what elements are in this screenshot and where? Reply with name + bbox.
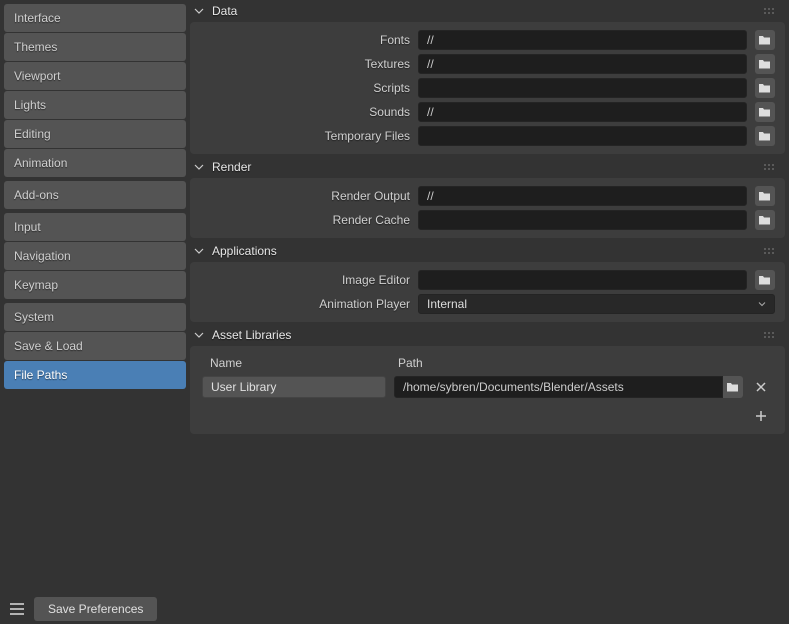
folder-icon [758, 190, 772, 202]
scripts-input[interactable] [418, 78, 747, 98]
render-output-label: Render Output [200, 189, 410, 203]
panel-data: Data Fonts Textures Scripts [190, 0, 785, 154]
folder-icon [758, 82, 772, 94]
folder-icon [758, 58, 772, 70]
image-editor-browse-button[interactable] [755, 270, 775, 290]
panel-data-title: Data [212, 4, 757, 18]
folder-icon [758, 34, 772, 46]
asset-add-button[interactable] [751, 406, 771, 426]
fonts-input[interactable] [418, 30, 747, 50]
asset-library-row [200, 376, 775, 398]
temp-input[interactable] [418, 126, 747, 146]
sounds-label: Sounds [200, 105, 410, 119]
sidebar-item-viewport[interactable]: Viewport [4, 62, 186, 90]
panel-asset-libraries-title: Asset Libraries [212, 328, 757, 342]
asset-remove-button[interactable] [751, 377, 771, 397]
main-content: Data Fonts Textures Scripts [190, 0, 789, 624]
panel-render-title: Render [212, 160, 757, 174]
panel-render: Render Render Output Render Cache [190, 156, 785, 238]
render-output-browse-button[interactable] [755, 186, 775, 206]
temp-label: Temporary Files [200, 129, 410, 143]
menu-button[interactable] [6, 598, 28, 620]
render-cache-label: Render Cache [200, 213, 410, 227]
grip-icon[interactable] [763, 163, 777, 171]
panel-asset-libraries-body: Name Path [190, 346, 785, 434]
footer: Save Preferences [0, 594, 789, 624]
textures-label: Textures [200, 57, 410, 71]
anim-player-label: Animation Player [200, 297, 410, 311]
sidebar-item-navigation[interactable]: Navigation [4, 242, 186, 270]
sidebar-item-keymap[interactable]: Keymap [4, 271, 186, 299]
chevron-down-icon [758, 300, 766, 308]
panel-data-header[interactable]: Data [190, 0, 785, 22]
sidebar-item-file-paths[interactable]: File Paths [4, 361, 186, 389]
render-cache-input[interactable] [418, 210, 747, 230]
panel-applications-title: Applications [212, 244, 757, 258]
asset-header-name: Name [210, 356, 386, 370]
sidebar-group-4: System Save & Load File Paths [4, 303, 186, 389]
textures-browse-button[interactable] [755, 54, 775, 74]
chevron-down-icon [192, 160, 206, 174]
sidebar-group-1: Interface Themes Viewport Lights Editing… [4, 4, 186, 177]
sidebar-group-2: Add-ons [4, 181, 186, 209]
chevron-down-icon [192, 244, 206, 258]
textures-input[interactable] [418, 54, 747, 74]
asset-table-header: Name Path [200, 354, 775, 376]
sidebar-item-themes[interactable]: Themes [4, 33, 186, 61]
scripts-label: Scripts [200, 81, 410, 95]
chevron-down-icon [192, 328, 206, 342]
panel-applications-header[interactable]: Applications [190, 240, 785, 262]
folder-icon [758, 274, 772, 286]
sidebar-item-system[interactable]: System [4, 303, 186, 331]
asset-header-path: Path [398, 356, 771, 370]
panel-render-body: Render Output Render Cache [190, 178, 785, 238]
asset-name-input[interactable] [202, 376, 386, 398]
asset-path-browse-button[interactable] [723, 376, 743, 398]
plus-icon [755, 410, 767, 422]
sidebar-item-editing[interactable]: Editing [4, 120, 186, 148]
folder-icon [758, 106, 772, 118]
close-icon [755, 381, 767, 393]
panel-applications: Applications Image Editor Animation Play… [190, 240, 785, 322]
fonts-label: Fonts [200, 33, 410, 47]
image-editor-label: Image Editor [200, 273, 410, 287]
render-output-input[interactable] [418, 186, 747, 206]
scripts-browse-button[interactable] [755, 78, 775, 98]
panel-asset-libraries: Asset Libraries Name Path [190, 324, 785, 434]
folder-icon [726, 381, 740, 393]
sounds-input[interactable] [418, 102, 747, 122]
sidebar-group-3: Input Navigation Keymap [4, 213, 186, 299]
asset-path-input[interactable] [394, 376, 723, 398]
anim-player-value: Internal [427, 297, 467, 311]
panel-applications-body: Image Editor Animation Player Internal [190, 262, 785, 322]
folder-icon [758, 214, 772, 226]
sidebar-item-input[interactable]: Input [4, 213, 186, 241]
anim-player-dropdown[interactable]: Internal [418, 294, 775, 314]
sidebar-item-lights[interactable]: Lights [4, 91, 186, 119]
render-cache-browse-button[interactable] [755, 210, 775, 230]
save-preferences-button[interactable]: Save Preferences [34, 597, 157, 621]
panel-asset-libraries-header[interactable]: Asset Libraries [190, 324, 785, 346]
sidebar-item-animation[interactable]: Animation [4, 149, 186, 177]
sounds-browse-button[interactable] [755, 102, 775, 122]
sidebar-item-interface[interactable]: Interface [4, 4, 186, 32]
panel-render-header[interactable]: Render [190, 156, 785, 178]
grip-icon[interactable] [763, 7, 777, 15]
sidebar: Interface Themes Viewport Lights Editing… [0, 0, 190, 624]
sidebar-item-addons[interactable]: Add-ons [4, 181, 186, 209]
grip-icon[interactable] [763, 331, 777, 339]
fonts-browse-button[interactable] [755, 30, 775, 50]
sidebar-item-save-load[interactable]: Save & Load [4, 332, 186, 360]
image-editor-input[interactable] [418, 270, 747, 290]
folder-icon [758, 130, 772, 142]
temp-browse-button[interactable] [755, 126, 775, 146]
hamburger-icon [9, 603, 25, 615]
chevron-down-icon [192, 4, 206, 18]
grip-icon[interactable] [763, 247, 777, 255]
panel-data-body: Fonts Textures Scripts [190, 22, 785, 154]
